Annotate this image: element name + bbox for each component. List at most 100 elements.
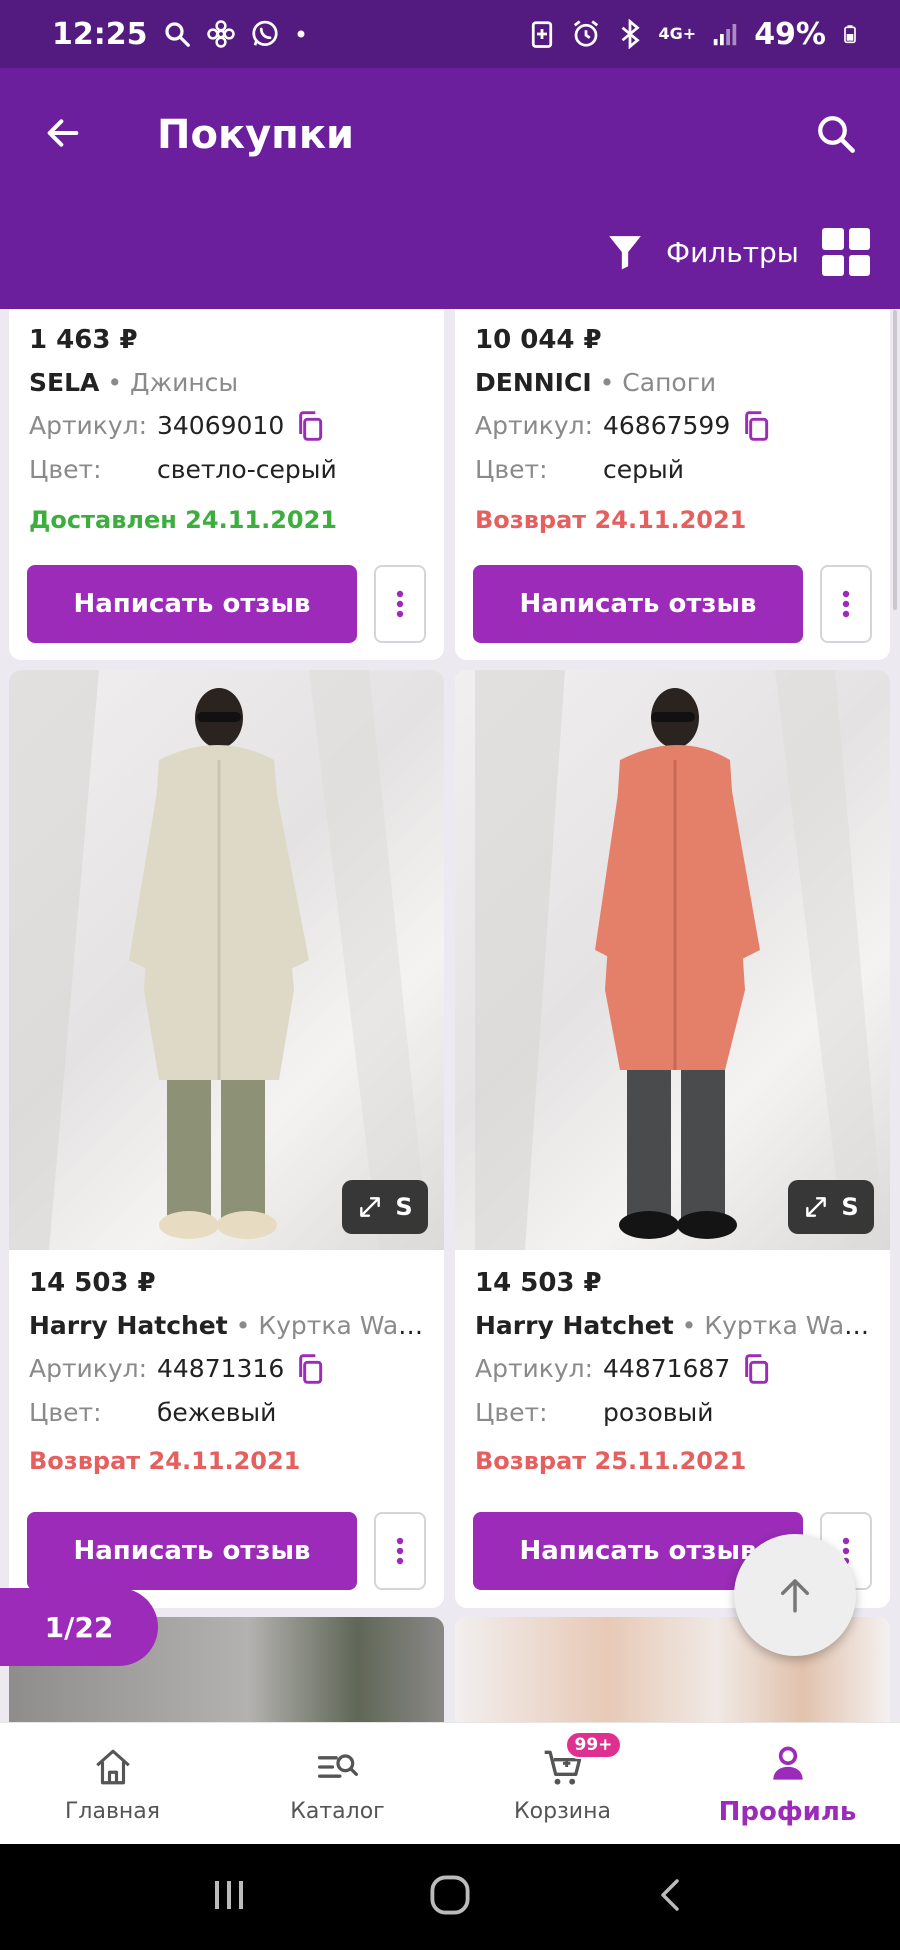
product-card[interactable]: 1 463 ₽ SELA • Джинсы Артикул: 34069010 …: [9, 309, 444, 660]
model-figure: [475, 670, 885, 1250]
grid-view-button[interactable]: [822, 228, 870, 276]
grid-cell: [822, 228, 844, 250]
article-row: Артикул: 44871687: [475, 1352, 772, 1386]
cart-count-badge: 99+: [564, 1731, 623, 1759]
article-row: Артикул: 46867599: [475, 409, 772, 443]
product-price: 1 463 ₽: [29, 325, 138, 355]
product-brand-line: DENNICI • Сапоги: [475, 366, 876, 400]
nav-item-home[interactable]: Главная: [0, 1723, 225, 1844]
article-value: 34069010: [157, 411, 285, 440]
catalog-icon: [314, 1743, 362, 1791]
search-icon: [818, 116, 855, 153]
scroll-to-top-button[interactable]: [734, 1534, 856, 1656]
article-label: Артикул:: [475, 1354, 594, 1383]
bluetooth-icon: [615, 19, 645, 49]
product-card[interactable]: S 14 503 ₽ Harry Hatchet • Куртка Warme.…: [9, 670, 444, 1608]
copy-icon[interactable]: [294, 410, 326, 442]
filter-label: Фильтры: [666, 235, 799, 269]
product-category: Куртка Warme...: [258, 1311, 430, 1340]
filter-button[interactable]: Фильтры: [606, 224, 799, 280]
order-status: Возврат 25.11.2021: [475, 1447, 747, 1475]
article-row: Артикул: 44871316: [29, 1352, 326, 1386]
article-label: Артикул:: [29, 1354, 148, 1383]
more-options-button[interactable]: [820, 565, 872, 643]
search-notification-icon: [162, 19, 192, 49]
profile-icon: [764, 1741, 812, 1789]
color-value: бежевый: [157, 1398, 277, 1427]
size-value: S: [841, 1193, 859, 1221]
grid-cell: [848, 254, 870, 276]
product-image[interactable]: S: [9, 670, 444, 1250]
product-image[interactable]: S: [455, 670, 890, 1250]
separator-dot: •: [681, 1311, 705, 1340]
home-icon: [89, 1743, 137, 1791]
grid-cell: [822, 254, 844, 276]
more-vertical-icon: [842, 590, 850, 618]
back-button[interactable]: [38, 108, 88, 158]
more-options-button[interactable]: [374, 1512, 426, 1590]
product-card[interactable]: S 14 503 ₽ Harry Hatchet • Куртка Warme.…: [455, 670, 890, 1608]
page-indicator: 1/22: [0, 1588, 158, 1666]
bottom-navigation: Главная Каталог 99+ Корзина Профиль: [0, 1722, 900, 1844]
product-card[interactable]: 10 044 ₽ DENNICI • Сапоги Артикул: 46867…: [455, 309, 890, 660]
signal-icon: [710, 19, 740, 49]
battery-percent: 49%: [754, 16, 826, 52]
expand-icon: [806, 1197, 827, 1217]
fan-notification-icon: [206, 19, 236, 49]
product-brand: SELA: [29, 368, 100, 397]
separator-dot: •: [235, 1311, 259, 1340]
more-vertical-icon: [396, 590, 404, 618]
home-system-button[interactable]: [428, 1873, 472, 1921]
search-button[interactable]: [808, 106, 864, 162]
dot-icon: [294, 27, 308, 41]
write-review-button[interactable]: Написать отзыв: [27, 1512, 357, 1590]
write-review-button[interactable]: Написать отзыв: [473, 565, 803, 643]
page-title: Покупки: [157, 112, 354, 158]
product-price: 10 044 ₽: [475, 325, 602, 355]
size-badge[interactable]: S: [788, 1180, 874, 1234]
nav-item-catalog[interactable]: Каталог: [225, 1723, 450, 1844]
whatsapp-icon: [250, 19, 280, 49]
more-options-button[interactable]: [374, 565, 426, 643]
chevron-left-icon: [660, 1879, 679, 1911]
order-status: Возврат 24.11.2021: [29, 1447, 301, 1475]
filter-icon: [609, 236, 641, 270]
model-figure: [9, 670, 429, 1250]
article-label: Артикул:: [475, 411, 594, 440]
copy-icon[interactable]: [740, 1353, 772, 1385]
scrollbar[interactable]: [893, 310, 897, 610]
system-back-button[interactable]: [651, 1875, 691, 1919]
separator-dot: •: [107, 368, 131, 397]
system-navigation-bar: [0, 1844, 900, 1950]
color-value: светло-серый: [157, 455, 337, 484]
article-value: 44871687: [603, 1354, 731, 1383]
grid-cell: [848, 228, 870, 250]
article-label: Артикул:: [29, 411, 148, 440]
nav-label: Корзина: [514, 1799, 611, 1824]
network-type: 4G+: [658, 24, 697, 43]
recent-apps-button[interactable]: [209, 1875, 249, 1919]
size-badge[interactable]: S: [342, 1180, 428, 1234]
arrow-left-icon: [47, 119, 79, 147]
color-row: Цвет: светло-серый: [29, 453, 337, 487]
status-bar: 12:25 4G+ 49%: [0, 0, 900, 68]
color-value: розовый: [603, 1398, 714, 1427]
nav-label: Каталог: [290, 1799, 385, 1824]
product-brand-line: SELA • Джинсы: [29, 366, 430, 400]
recent-apps-icon: [215, 1881, 244, 1909]
app-header: Покупки Фильтры: [0, 68, 900, 309]
alarm-icon: [571, 19, 601, 49]
separator-dot: •: [599, 368, 623, 397]
nav-item-cart[interactable]: 99+ Корзина: [450, 1723, 675, 1844]
copy-icon[interactable]: [294, 1353, 326, 1385]
product-price: 14 503 ₽: [29, 1268, 156, 1298]
copy-icon[interactable]: [740, 410, 772, 442]
color-row: Цвет: бежевый: [29, 1396, 276, 1430]
write-review-button[interactable]: Написать отзыв: [27, 565, 357, 643]
nav-item-profile[interactable]: Профиль: [675, 1723, 900, 1844]
home-circle-icon: [430, 1875, 470, 1915]
product-brand-line: Harry Hatchet • Куртка Warme...: [475, 1309, 876, 1343]
product-brand: Harry Hatchet: [29, 1311, 228, 1340]
product-price: 14 503 ₽: [475, 1268, 602, 1298]
color-label: Цвет:: [475, 1398, 548, 1427]
